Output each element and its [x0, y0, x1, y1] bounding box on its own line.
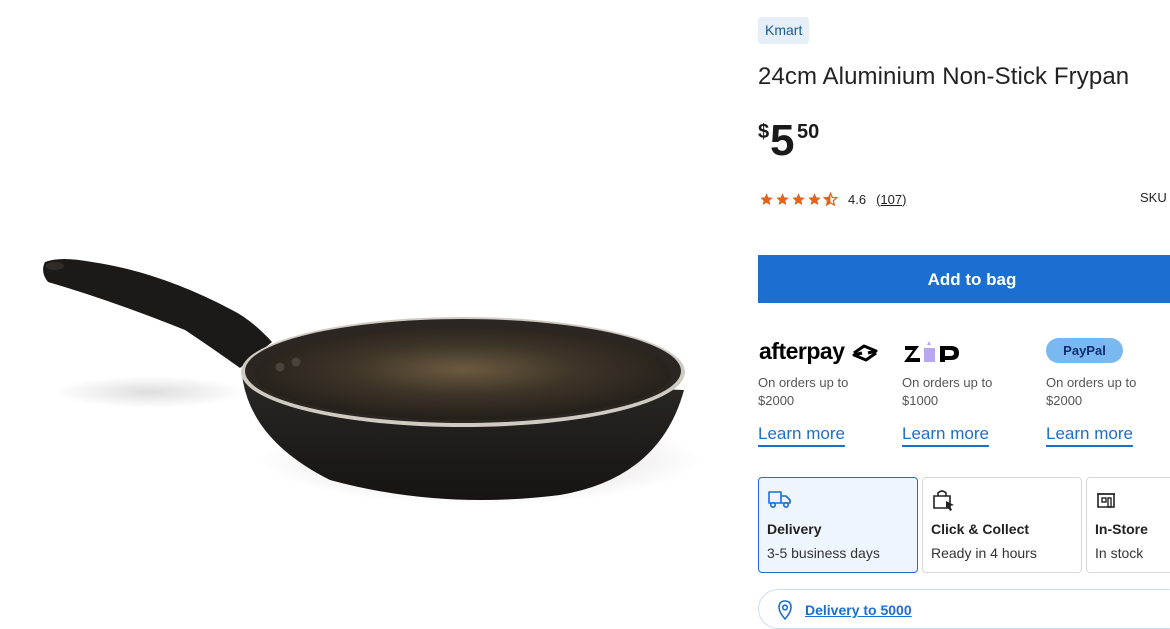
delivery-location-bar[interactable]: Delivery to 5000	[758, 589, 1170, 629]
product-image[interactable]	[0, 0, 740, 629]
delivery-option-subtitle: 3-5 business days	[767, 545, 880, 561]
afterpay-learn-more-link[interactable]: Learn more	[758, 424, 845, 447]
payment-afterpay: afterpay On orders up to $2000 Learn mor…	[758, 338, 898, 447]
rating: 4.6 (107)	[759, 189, 906, 209]
in-store-title: In-Store	[1095, 521, 1148, 537]
paypal-description: On orders up to $2000	[1046, 375, 1137, 408]
star-icon	[792, 192, 805, 205]
brand-tag[interactable]: Kmart	[758, 17, 810, 44]
delivery-option-click-collect[interactable]: Click & Collect Ready in 4 hours	[922, 477, 1082, 573]
zip-logo-mark	[904, 341, 959, 362]
bag-cursor-icon	[933, 490, 954, 511]
zip-logo	[902, 338, 1042, 366]
afterpay-logo-text: afterpay	[759, 338, 845, 364]
star-icon	[808, 192, 821, 205]
star-icon	[760, 192, 773, 205]
afterpay-description: On orders up to $2000	[758, 375, 849, 408]
frypan-illustration	[43, 259, 700, 505]
half-star-icon	[823, 191, 838, 206]
afterpay-logo: afterpay	[758, 338, 898, 366]
payment-paypal: PayPal On orders up to $2000 Learn more	[1046, 338, 1170, 447]
product-title: 24cm Aluminium Non-Stick Frypan	[758, 63, 1130, 90]
click-collect-title: Click & Collect	[931, 521, 1030, 537]
delivery-option-in-store[interactable]: In-Store In stock	[1086, 477, 1170, 573]
star-icon	[776, 192, 789, 205]
zip-description: On orders up to $1000	[902, 375, 993, 408]
rating-score: 4.6	[848, 191, 867, 207]
paypal-logo: PayPal	[1046, 338, 1170, 366]
price-currency: $	[758, 121, 770, 143]
add-to-bag-button[interactable]: Add to bag	[758, 255, 1170, 303]
afterpay-arrows-icon	[852, 344, 878, 362]
store-icon	[1097, 493, 1115, 508]
delivery-location-link[interactable]: Delivery to 5000	[805, 602, 912, 618]
payment-zip: On orders up to $1000 Learn more	[902, 338, 1042, 447]
sku-label: SKU :	[1140, 190, 1170, 205]
paypal-learn-more-link[interactable]: Learn more	[1046, 424, 1133, 447]
review-count-link[interactable]: (107)	[876, 192, 906, 207]
add-to-bag-label: Add to bag	[927, 270, 1017, 289]
location-pin-icon	[778, 600, 792, 620]
truck-icon	[768, 491, 791, 509]
paypal-logo-pill: PayPal	[1046, 338, 1123, 363]
rating-stars	[759, 191, 838, 207]
delivery-option-delivery[interactable]: Delivery 3-5 business days	[758, 477, 918, 573]
price-cents: 50	[797, 121, 820, 143]
price-dollars: 5	[770, 116, 795, 165]
click-collect-subtitle: Ready in 4 hours	[931, 545, 1037, 561]
zip-learn-more-link[interactable]: Learn more	[902, 424, 989, 447]
delivery-option-title: Delivery	[767, 521, 822, 537]
in-store-subtitle: In stock	[1095, 545, 1144, 561]
